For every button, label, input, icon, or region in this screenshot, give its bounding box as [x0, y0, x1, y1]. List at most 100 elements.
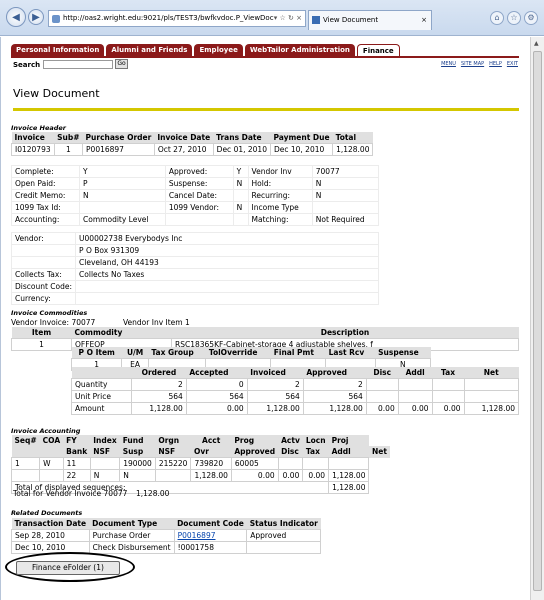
cell: [365, 378, 399, 391]
site-map-link[interactable]: SITE MAP: [461, 61, 484, 67]
cell: [463, 378, 519, 391]
cell: Recurring:: [247, 189, 313, 202]
cell: Dec 10, 2010: [269, 143, 334, 156]
top-links: MENU SITE MAP HELP EXIT: [436, 61, 518, 67]
search-input[interactable]: [43, 60, 113, 69]
cell: Sep 28, 2010: [11, 529, 90, 542]
col-net: Net: [464, 367, 519, 379]
cell: Amount: [71, 402, 132, 415]
cell: 1: [11, 338, 72, 351]
col-fund: Fund: [119, 435, 156, 446]
cell: 739820: [190, 457, 232, 470]
cell: Income Type: [247, 201, 313, 214]
vendor-invoice-label: Vendor Invoice: 70077: [11, 318, 96, 327]
cell: [463, 390, 519, 403]
cell: N: [232, 177, 249, 190]
cell: Approved:: [164, 165, 234, 178]
browser-tab[interactable]: View Document ×: [308, 10, 432, 30]
cell: Commodity Level: [79, 213, 166, 226]
cell: N: [232, 201, 249, 214]
go-button[interactable]: Go: [115, 59, 128, 69]
cell: Collects No Taxes: [75, 268, 379, 281]
cell: [328, 457, 370, 470]
invoice-commodities-heading: Invoice Commodities: [11, 309, 88, 317]
cell: 0: [185, 378, 248, 391]
vertical-scrollbar[interactable]: ▲: [530, 37, 544, 600]
table-row: Sep 28, 2010 Purchase Order P0016897 Approv…: [11, 529, 322, 542]
cell: N: [119, 469, 156, 482]
cell: P0016897: [82, 143, 155, 156]
cell: P: [79, 177, 166, 190]
cell: 1,128.00: [190, 469, 232, 482]
col-suspense: Suspense: [375, 347, 431, 359]
help-link[interactable]: HELP: [489, 61, 502, 67]
cell: Cancel Date:: [164, 189, 234, 202]
forward-button[interactable]: ▶: [28, 9, 44, 25]
title-underline: [13, 108, 519, 111]
col-trans-date: Trans Date: [213, 132, 271, 144]
invoice-accounting-heading: Invoice Accounting: [11, 427, 81, 435]
col-seq: Seq#: [11, 435, 40, 446]
cell: 1099 Tax Id:: [10, 201, 81, 214]
col-sub: Sub#: [54, 132, 83, 144]
col-proj: Proj: [328, 435, 369, 446]
browser-toolbar: ◀ ▶ http://oas2.wright.edu:9021/pls/TEST…: [0, 0, 544, 36]
menu-link[interactable]: MENU: [441, 61, 456, 67]
cell: 60005: [230, 457, 279, 470]
col-nsf-2: NSF: [155, 446, 191, 458]
cell: N: [311, 177, 380, 190]
scroll-up-icon[interactable]: ▲: [534, 40, 539, 47]
exit-link[interactable]: EXIT: [507, 61, 518, 67]
cell: N: [311, 189, 380, 202]
cell: Matching:: [247, 213, 313, 226]
cell: 564: [302, 390, 367, 403]
col-actv: Actv: [278, 435, 303, 446]
cell: U00002738 Everybodys Inc: [75, 232, 379, 245]
table-row: 1 W 11 190000 215220 739820 60005: [10, 457, 391, 470]
close-tab-icon[interactable]: ×: [421, 11, 427, 29]
cell: 0.00: [431, 402, 465, 415]
col-tax: Tax: [432, 367, 464, 379]
address-bar[interactable]: http://oas2.wright.edu:9021/pls/TEST3/bw…: [48, 10, 306, 27]
home-icon[interactable]: ⌂: [490, 11, 504, 25]
col-addl: Addl: [328, 446, 369, 458]
cell: 1,128.00: [328, 469, 370, 482]
cell: Y: [232, 165, 249, 178]
cell: [431, 378, 465, 391]
scroll-thumb[interactable]: [533, 51, 542, 591]
refresh-icon[interactable]: ▾ ☆ ↻ ×: [274, 11, 302, 26]
table-row: Vendor: U00002738 Everybodys Inc: [10, 232, 379, 245]
col-net: Net: [368, 446, 391, 458]
favorites-icon[interactable]: ☆: [507, 11, 521, 25]
cell: Currency:: [10, 292, 77, 305]
tab-icon: [312, 16, 320, 24]
finance-efolder-button[interactable]: Finance eFolder (1): [16, 561, 120, 575]
col-tol-override: TolOverride: [205, 347, 271, 359]
col-description: Description: [171, 327, 519, 339]
cell: 564: [185, 390, 248, 403]
cell: 0.00: [397, 402, 433, 415]
cell: 0.00: [185, 402, 248, 415]
table-row: 1099 Tax Id: 1099 Vendor: N Income Type: [10, 201, 380, 214]
cell: 0.00: [302, 469, 330, 482]
col-document-code: Document Code: [174, 518, 247, 530]
cell: 1,128.00: [463, 402, 519, 415]
col-disc: Disc: [278, 446, 303, 458]
col-ordered: Ordered: [131, 367, 187, 379]
cell: [365, 390, 399, 403]
cell: 1099 Vendor:: [164, 201, 234, 214]
related-documents-heading: Related Documents: [11, 509, 83, 517]
back-button[interactable]: ◀: [6, 7, 26, 27]
document-code-link[interactable]: P0016897: [178, 531, 216, 540]
cell: [277, 457, 304, 470]
cell: 0.00: [230, 469, 279, 482]
col-invoice: Invoice: [11, 132, 55, 144]
col-document-type: Document Type: [89, 518, 175, 530]
gear-icon[interactable]: ⚙: [524, 11, 538, 25]
table-row: Cleveland, OH 44193: [10, 256, 379, 269]
url-text: http://oas2.wright.edu:9021/pls/TEST3/bw…: [63, 14, 274, 22]
col-orgn: Orgn: [155, 435, 191, 446]
forward-arrow-icon: ▶: [32, 11, 40, 23]
cell: [397, 378, 433, 391]
vendor-table: Vendor: U00002738 Everybodys Inc P O Box …: [10, 232, 379, 305]
